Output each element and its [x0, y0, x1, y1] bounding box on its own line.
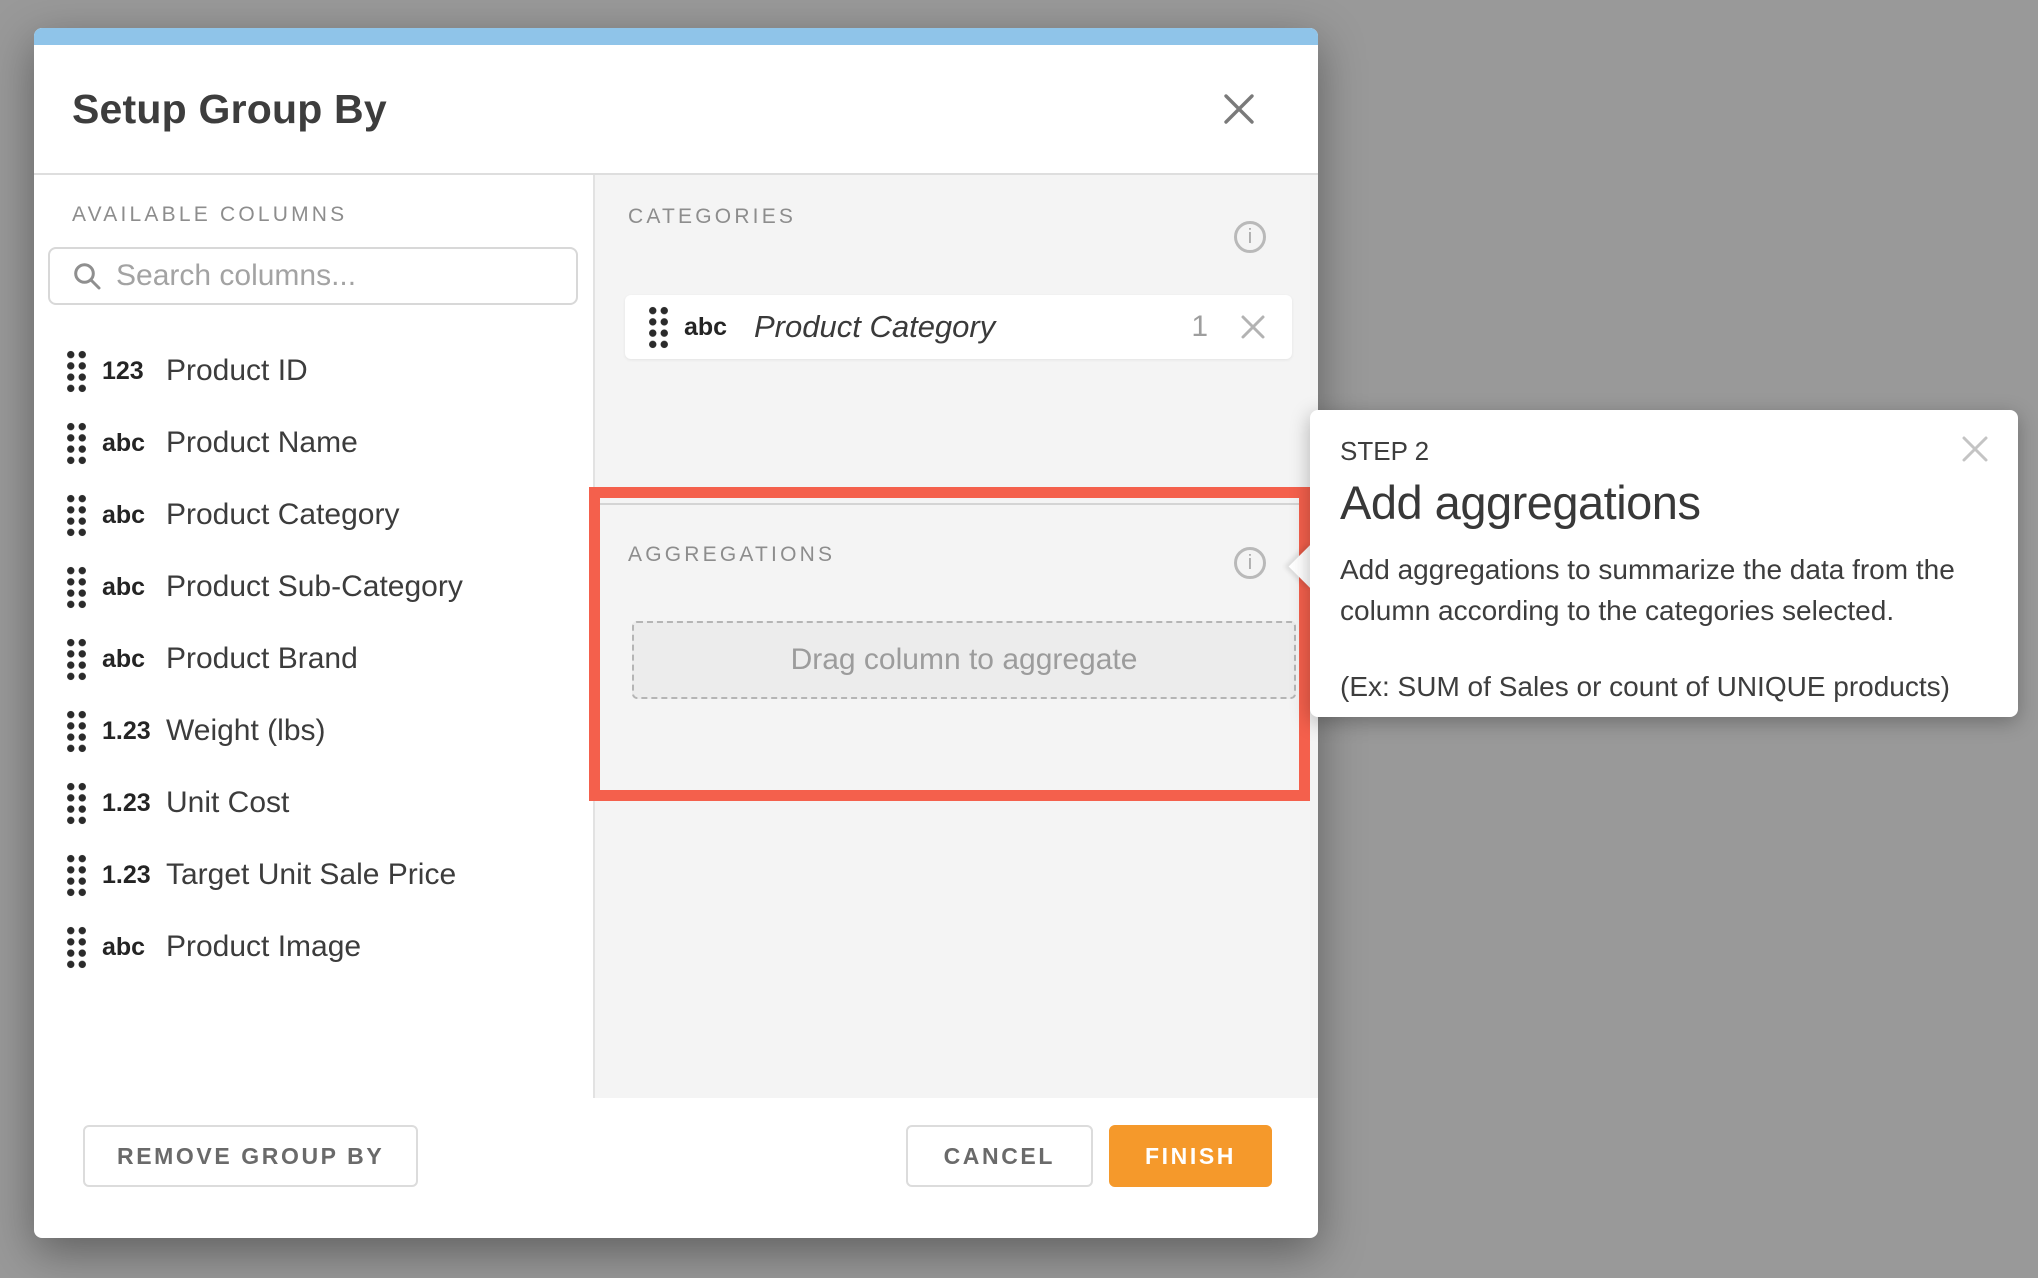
dialog-close-icon[interactable]	[1220, 90, 1258, 128]
column-label: Product ID	[166, 354, 308, 388]
categories-header: CATEGORIES	[628, 205, 796, 229]
drag-handle-icon[interactable]	[65, 565, 88, 610]
remove-group-by-button[interactable]: REMOVE GROUP BY	[83, 1125, 418, 1187]
drag-handle-icon[interactable]	[65, 349, 88, 394]
categories-info-icon[interactable]: i	[1234, 221, 1266, 253]
column-label: Product Sub-Category	[166, 570, 463, 604]
column-list-item[interactable]: abc Product Category	[48, 479, 579, 551]
category-order-badge: 1	[1191, 310, 1208, 344]
column-list-item[interactable]: 1.23 Unit Cost	[48, 767, 579, 839]
column-label: Product Brand	[166, 642, 358, 676]
section-divider	[595, 503, 1318, 505]
search-columns-box	[48, 247, 578, 305]
column-type-icon: 1.23	[102, 717, 158, 746]
tooltip-step-label: STEP 2	[1340, 436, 1990, 467]
group-by-config-panel: CATEGORIES i abc Product Category 1 AGGR…	[595, 175, 1318, 1098]
step-2-tooltip: STEP 2 Add aggregations Add aggregations…	[1310, 410, 2018, 717]
column-type-icon: abc	[102, 429, 158, 458]
drag-handle-icon[interactable]	[65, 925, 88, 970]
column-list-item[interactable]: abc Product Brand	[48, 623, 579, 695]
drag-handle-icon[interactable]	[65, 421, 88, 466]
tooltip-body-text: Add aggregations to summarize the data f…	[1340, 550, 1990, 631]
dialog-accent-bar	[34, 28, 1318, 45]
column-label: Target Unit Sale Price	[166, 858, 456, 892]
dialog-body: AVAILABLE COLUMNS 123 Product ID abc	[34, 173, 1318, 1098]
column-list-item[interactable]: 1.23 Weight (lbs)	[48, 695, 579, 767]
column-list-item[interactable]: 123 Product ID	[48, 335, 579, 407]
column-type-icon: abc	[102, 645, 158, 674]
drag-handle-icon[interactable]	[65, 781, 88, 826]
column-type-icon: abc	[102, 501, 158, 530]
available-columns-header: AVAILABLE COLUMNS	[72, 203, 579, 227]
column-list-item[interactable]: 1.23 Target Unit Sale Price	[48, 839, 579, 911]
search-columns-input[interactable]	[116, 259, 560, 293]
screen-backdrop: { "colors": { "backdrop": "#999999", "ac…	[0, 0, 2038, 1278]
drag-handle-icon[interactable]	[65, 853, 88, 898]
column-type-icon: abc	[102, 573, 158, 602]
dialog-title: Setup Group By	[72, 86, 387, 133]
cancel-button[interactable]: CANCEL	[906, 1125, 1093, 1187]
available-columns-panel: AVAILABLE COLUMNS 123 Product ID abc	[34, 175, 593, 1098]
footer-actions: CANCEL FINISH	[906, 1125, 1272, 1187]
tooltip-example-text: (Ex: SUM of Sales or count of UNIQUE pro…	[1340, 671, 1990, 703]
available-columns-list: 123 Product ID abc Product Name abc Prod…	[48, 335, 579, 983]
column-label: Weight (lbs)	[166, 714, 326, 748]
aggregation-dropzone[interactable]: Drag column to aggregate	[632, 621, 1296, 699]
category-item-card[interactable]: abc Product Category 1	[625, 295, 1292, 359]
aggregations-info-icon[interactable]: i	[1234, 547, 1266, 579]
finish-button[interactable]: FINISH	[1109, 1125, 1272, 1187]
setup-group-by-dialog: Setup Group By AVAILABLE COLUMNS 123 Pro…	[34, 28, 1318, 1238]
drag-handle-icon[interactable]	[65, 637, 88, 682]
column-label: Product Image	[166, 930, 361, 964]
column-list-item[interactable]: abc Product Image	[48, 911, 579, 983]
tooltip-title: Add aggregations	[1340, 475, 1990, 530]
search-icon	[72, 261, 102, 291]
column-list-item[interactable]: abc Product Sub-Category	[48, 551, 579, 623]
column-type-icon: 1.23	[102, 861, 158, 890]
drag-handle-icon[interactable]	[65, 709, 88, 754]
tooltip-close-icon[interactable]	[1958, 432, 1992, 466]
dialog-header: Setup Group By	[34, 45, 1318, 173]
category-item-label: Product Category	[754, 309, 995, 345]
column-label: Product Category	[166, 498, 399, 532]
column-label: Product Name	[166, 426, 358, 460]
drag-handle-icon[interactable]	[647, 305, 670, 350]
dialog-footer: REMOVE GROUP BY CANCEL FINISH	[34, 1098, 1318, 1236]
column-type-icon: abc	[684, 313, 738, 342]
column-type-icon: abc	[102, 933, 158, 962]
column-list-item[interactable]: abc Product Name	[48, 407, 579, 479]
aggregations-header: AGGREGATIONS	[628, 543, 835, 567]
remove-category-icon[interactable]	[1238, 312, 1268, 342]
drag-handle-icon[interactable]	[65, 493, 88, 538]
column-label: Unit Cost	[166, 786, 289, 820]
column-type-icon: 1.23	[102, 789, 158, 818]
column-type-icon: 123	[102, 357, 158, 386]
dropzone-hint-text: Drag column to aggregate	[791, 643, 1138, 677]
